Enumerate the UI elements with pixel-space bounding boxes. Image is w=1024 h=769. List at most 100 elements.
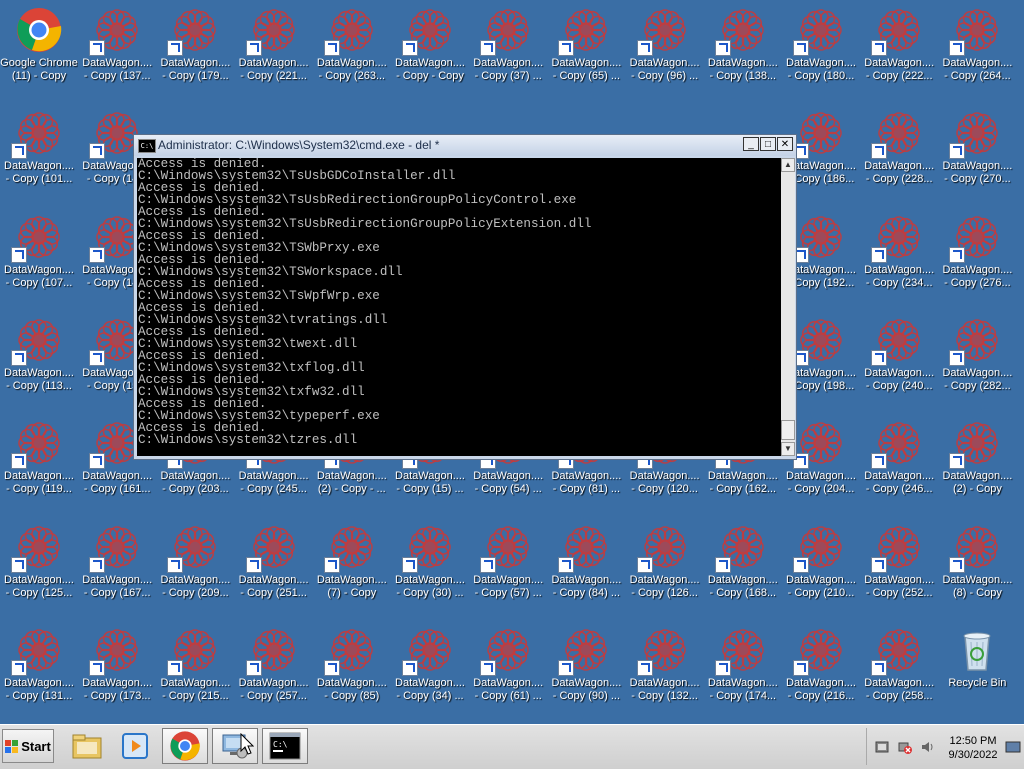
desktop-icon-label: DataWagon.... - Copy - Copy [395,57,465,82]
datawagon-shortcut[interactable]: DataWagon.... - Copy (180... [782,0,860,96]
console-output[interactable]: Access is denied. C:\Windows\system32\TsU… [137,158,781,456]
datawagon-shortcut[interactable]: DataWagon.... (2) - Copy [938,413,1016,509]
action-center-icon[interactable] [875,740,889,754]
datawagon-icon [480,6,532,56]
taskbar-clock[interactable]: 12:50 PM 9/30/2022 [945,734,1001,762]
shortcut-arrow-icon [558,659,575,676]
datawagon-shortcut[interactable]: DataWagon.... - Copy (221... [235,0,313,96]
clock-date: 9/30/2022 [948,749,998,761]
datawagon-shortcut[interactable]: DataWagon.... - Copy (209... [156,517,234,613]
desktop-icon-label: DataWagon.... - Copy (216... [786,676,856,702]
datawagon-shortcut[interactable]: DataWagon.... - Copy (126... [626,517,704,613]
chrome-icon [15,6,63,54]
shortcut-arrow-icon [323,556,340,573]
minimize-button[interactable]: _ [743,137,759,151]
scroll-thumb[interactable] [781,420,795,440]
datawagon-shortcut[interactable]: DataWagon.... - Copy (84) ... [547,517,625,613]
desktop-icon-label: DataWagon.... - Copy (34) ... [395,676,465,702]
chrome-taskbar-button[interactable] [162,728,208,764]
desktop-icon-label: DataWagon.... - Copy (81) ... [551,470,622,496]
datawagon-shortcut[interactable]: DataWagon.... - Copy (34) ... [391,620,469,716]
datawagon-shortcut[interactable]: DataWagon.... - Copy (168... [704,517,782,613]
datawagon-shortcut[interactable]: DataWagon.... - Copy (107... [0,207,78,303]
desktop-icon-label: DataWagon.... - Copy (276... [942,263,1013,289]
datawagon-shortcut[interactable]: DataWagon.... - Copy (113... [0,310,78,406]
datawagon-shortcut[interactable]: DataWagon.... - Copy (210... [782,517,860,613]
datawagon-shortcut[interactable]: DataWagon.... - Copy (85) [313,620,391,716]
desktop-icon-label: DataWagon.... - Copy (179... [160,57,231,82]
show-desktop-icon[interactable] [1005,740,1021,754]
media-player-taskbar-button[interactable] [112,728,158,764]
datawagon-shortcut[interactable]: DataWagon.... - Copy (240... [860,310,938,406]
datawagon-shortcut[interactable]: DataWagon.... - Copy (257... [235,620,313,716]
shortcut-arrow-icon [793,659,809,676]
network-warning-icon[interactable] [898,740,912,754]
shortcut-arrow-icon [871,659,888,676]
recycle-bin[interactable]: Recycle Bin [938,620,1016,716]
datawagon-shortcut[interactable]: DataWagon.... - Copy (137... [78,0,156,96]
shortcut-arrow-icon [89,246,106,263]
datawagon-shortcut[interactable]: DataWagon.... - Copy (270... [938,103,1016,199]
datawagon-icon [793,523,845,573]
datawagon-shortcut[interactable]: DataWagon.... - Copy (65) ... [547,0,625,96]
datawagon-shortcut[interactable]: DataWagon.... - Copy (174... [704,620,782,716]
datawagon-icon [89,6,141,56]
datawagon-shortcut[interactable]: DataWagon.... - Copy (234... [860,207,938,303]
datawagon-shortcut[interactable]: DataWagon.... - Copy (138... [704,0,782,96]
datawagon-shortcut[interactable]: DataWagon.... - Copy (222... [860,0,938,96]
cmd-app-icon: C:\ [138,139,156,153]
cmd-window[interactable]: C:\ Administrator: C:\Windows\System32\c… [133,134,797,460]
datawagon-shortcut[interactable]: DataWagon.... - Copy (119... [0,413,78,509]
maximize-button[interactable]: □ [760,137,776,151]
shortcut-arrow-icon [949,349,966,366]
shortcut-arrow-icon [11,246,27,263]
datawagon-shortcut[interactable]: DataWagon.... - Copy (263... [313,0,391,96]
cmd-titlebar[interactable]: C:\ Administrator: C:\Windows\System32\c… [134,135,796,156]
datawagon-shortcut[interactable]: DataWagon.... - Copy (179... [156,0,234,96]
datawagon-shortcut[interactable]: DataWagon.... - Copy (173... [78,620,156,716]
volume-icon[interactable] [921,740,935,754]
datawagon-shortcut[interactable]: DataWagon.... - Copy (216... [782,620,860,716]
explorer-taskbar-button[interactable] [64,728,110,764]
datawagon-shortcut[interactable]: DataWagon.... - Copy (101... [0,103,78,199]
datawagon-shortcut[interactable]: DataWagon.... - Copy (276... [938,207,1016,303]
google-chrome-shortcut[interactable]: Google Chrome (11) - Copy [0,0,78,96]
datawagon-shortcut[interactable]: DataWagon.... - Copy (61) ... [469,620,547,716]
datawagon-shortcut[interactable]: DataWagon.... - Copy (252... [860,517,938,613]
datawagon-shortcut[interactable]: DataWagon.... - Copy (246... [860,413,938,509]
desktop-icon-label: DataWagon.... - Copy (251... [238,573,309,599]
start-button[interactable]: Start [2,729,54,763]
datawagon-shortcut[interactable]: DataWagon.... - Copy (131... [0,620,78,716]
datawagon-icon [793,316,845,366]
close-button[interactable]: ✕ [777,137,793,151]
datawagon-shortcut[interactable]: DataWagon.... - Copy (90) ... [547,620,625,716]
cmd-taskbar-button[interactable]: C:\ [262,728,308,764]
datawagon-shortcut[interactable]: DataWagon.... - Copy (282... [938,310,1016,406]
shortcut-arrow-icon [11,556,27,573]
datawagon-shortcut[interactable]: DataWagon.... - Copy (228... [860,103,938,199]
datawagon-shortcut[interactable]: DataWagon.... - Copy (264... [938,0,1016,96]
scroll-down-button[interactable]: ▼ [781,442,795,456]
scroll-up-button[interactable]: ▲ [781,158,795,172]
datawagon-shortcut[interactable]: DataWagon.... - Copy (125... [0,517,78,613]
desktop-icon-label: DataWagon.... - Copy (245... [238,470,309,496]
shortcut-arrow-icon [949,246,966,263]
datawagon-shortcut[interactable]: DataWagon.... (7) - Copy [313,517,391,613]
datawagon-shortcut[interactable]: DataWagon.... - Copy (96) ... [626,0,704,96]
datawagon-shortcut[interactable]: DataWagon.... - Copy - Copy [391,0,469,96]
datawagon-icon [793,6,845,56]
datawagon-shortcut[interactable]: DataWagon.... (8) - Copy [938,517,1016,613]
datawagon-shortcut[interactable]: DataWagon.... - Copy (167... [78,517,156,613]
datawagon-shortcut[interactable]: DataWagon.... - Copy (251... [235,517,313,613]
datawagon-shortcut[interactable]: DataWagon.... - Copy (57) ... [469,517,547,613]
shortcut-arrow-icon [480,659,497,676]
desktop-icon-label: DataWagon.... - Copy (65) ... [551,57,622,82]
datawagon-shortcut[interactable]: DataWagon.... - Copy (215... [156,620,234,716]
shortcut-arrow-icon [167,556,184,573]
datawagon-shortcut[interactable]: DataWagon.... - Copy (37) ... [469,0,547,96]
console-scrollbar[interactable]: ▲ ▼ [781,158,795,456]
datawagon-shortcut[interactable]: DataWagon.... - Copy (132... [626,620,704,716]
datawagon-shortcut[interactable]: DataWagon.... - Copy (30) ... [391,517,469,613]
shortcut-arrow-icon [89,556,106,573]
datawagon-shortcut[interactable]: DataWagon.... - Copy (258... [860,620,938,716]
